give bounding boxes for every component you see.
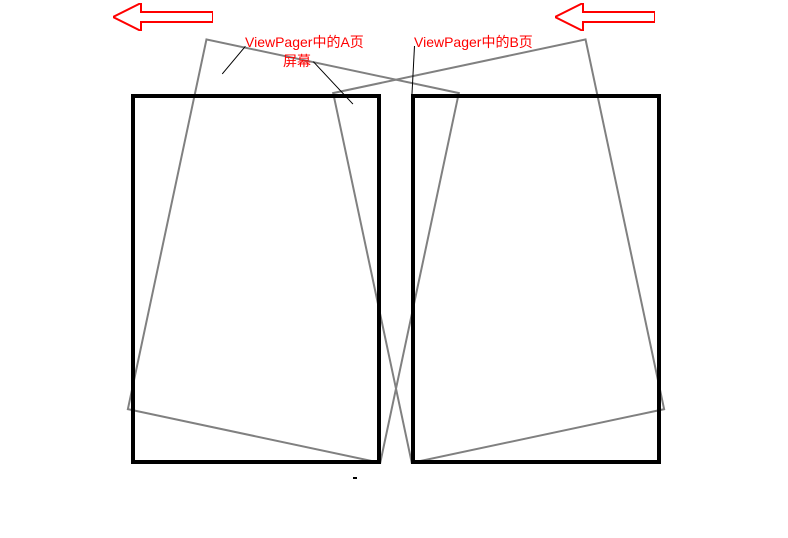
label-page-a: ViewPager中的A页 xyxy=(245,33,364,52)
label-page-b: ViewPager中的B页 xyxy=(414,33,533,52)
arrow-left-icon xyxy=(113,3,213,31)
page-a-rect xyxy=(131,94,381,464)
dash-mark xyxy=(353,477,357,479)
diagram-stage: ViewPager中的A页 屏幕 ViewPager中的B页 xyxy=(0,0,788,538)
label-screen: 屏幕 xyxy=(283,52,311,71)
arrow-right-icon xyxy=(555,3,655,31)
page-b-rect xyxy=(411,94,661,464)
